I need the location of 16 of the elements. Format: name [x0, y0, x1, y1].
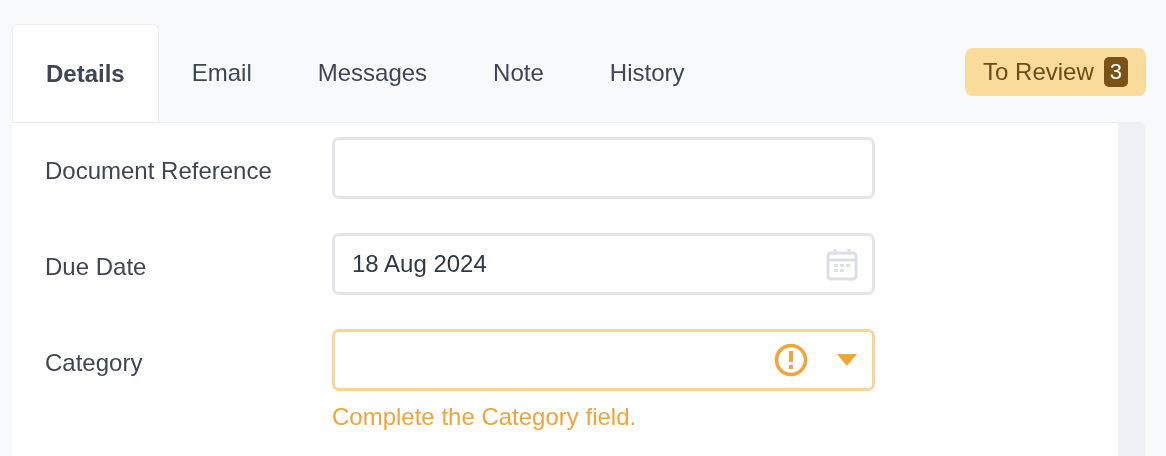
- calendar-icon[interactable]: [826, 247, 858, 281]
- category-dropdown[interactable]: [332, 329, 875, 391]
- tab[interactable]: Email: [158, 24, 285, 122]
- field-label: Category: [44, 348, 144, 378]
- tab[interactable]: Note: [460, 24, 577, 122]
- input-field[interactable]: [332, 137, 875, 199]
- review-button[interactable]: To Review 3: [965, 48, 1146, 96]
- error-message: Complete the Category field.: [332, 402, 638, 432]
- tab[interactable]: Messages: [284, 24, 461, 122]
- count-badge: 3: [1103, 57, 1128, 87]
- field-label: Due Date: [44, 252, 148, 282]
- tab[interactable]: History: [576, 24, 718, 122]
- tab[interactable]: Details: [12, 24, 159, 122]
- date-field[interactable]: 18 Aug 2024: [332, 233, 875, 295]
- dropdown-caret-icon[interactable]: [836, 353, 858, 367]
- field-label: Document Reference: [44, 156, 273, 186]
